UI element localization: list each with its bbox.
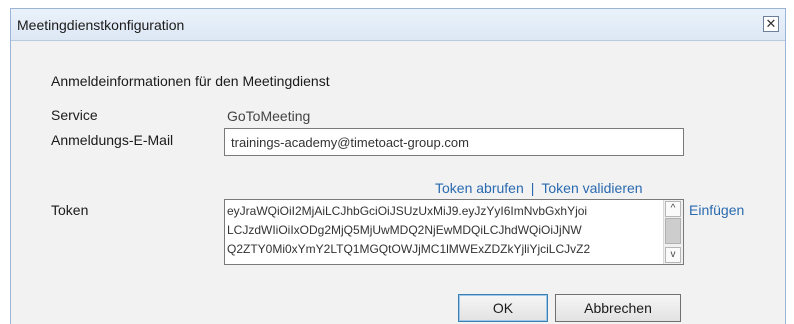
section-heading: Anmeldeinformationen für den Meetingdien… [51, 73, 330, 89]
close-button[interactable]: ✕ [763, 16, 779, 32]
scroll-down-icon[interactable]: v [665, 247, 681, 263]
token-line: LCJzdWIiOiIxODg2MjQ5MjUwMDQ2NjEwMDQiLCJh… [227, 223, 582, 237]
window-title: Meetingdienstkonfiguration [17, 17, 185, 33]
service-value: GoToMeeting [227, 108, 311, 124]
screen: Meetingdienstkonfiguration ✕ Anmeldeinfo… [0, 0, 794, 324]
token-links: Token abrufen | Token validieren [435, 180, 643, 196]
token-line: Q2ZTY0Mi0xYmY2LTQ1MGQtOWJjMC1lMWExZDZkYj… [227, 242, 591, 256]
token-text: eyJraWQiOiI2MjAiLCJhbGciOiJSUzUxMiJ9.eyJ… [227, 202, 657, 262]
service-label: Service [51, 107, 98, 123]
email-field[interactable] [224, 128, 684, 156]
title-bar: Meetingdienstkonfiguration ✕ [11, 9, 785, 41]
token-textarea[interactable]: eyJraWQiOiI2MjAiLCJhbGciOiJSUzUxMiJ9.eyJ… [224, 199, 684, 265]
token-scrollbar[interactable]: ^ v [663, 200, 683, 264]
token-line: eyJraWQiOiI2MjAiLCJhbGciOiJSUzUxMiJ9.eyJ… [227, 204, 588, 218]
scroll-thumb[interactable] [665, 218, 681, 244]
paste-link[interactable]: Einfügen [689, 202, 744, 218]
validate-token-link[interactable]: Token validieren [541, 180, 642, 196]
token-label: Token [51, 202, 89, 218]
scroll-up-icon[interactable]: ^ [665, 201, 681, 217]
config-dialog: Meetingdienstkonfiguration ✕ Anmeldeinfo… [10, 8, 786, 324]
ok-button[interactable]: OK [458, 294, 548, 322]
email-label: Anmeldungs-E-Mail [51, 132, 174, 148]
fetch-token-link[interactable]: Token abrufen [435, 180, 524, 196]
link-separator: | [530, 180, 535, 196]
cancel-button[interactable]: Abbrechen [555, 294, 681, 322]
